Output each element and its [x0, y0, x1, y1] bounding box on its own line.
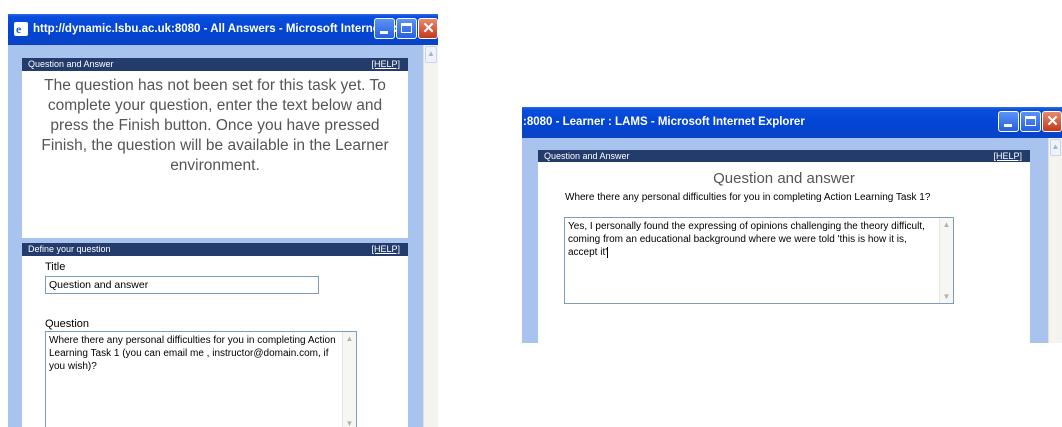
close-button[interactable]: ✕: [418, 18, 438, 39]
answer-textarea-value: Yes, I personally found the expressing o…: [568, 221, 925, 258]
panel-header: Question and Answer [HELP]: [538, 150, 1030, 162]
title-input[interactable]: Question and answer: [45, 276, 319, 294]
question-textarea[interactable]: Where there any personal difficulties fo…: [45, 331, 357, 427]
maximize-icon: [1025, 116, 1036, 126]
close-icon: ✕: [422, 20, 435, 37]
minimize-button[interactable]: [998, 111, 1019, 132]
scroll-up-icon[interactable]: ▲: [1050, 139, 1061, 156]
left-title-bar[interactable]: e http://dynamic.lsbu.ac.uk:8080 - All A…: [8, 14, 438, 45]
left-window-title: http://dynamic.lsbu.ac.uk:8080 - All Ans…: [33, 23, 433, 35]
scroll-up-icon[interactable]: ▲: [425, 46, 437, 63]
close-icon: ✕: [1046, 113, 1059, 130]
question-answer-panel: Question and Answer [HELP] The question …: [22, 58, 408, 238]
title-input-value: Question and answer: [49, 279, 149, 291]
help-link[interactable]: [HELP]: [371, 58, 400, 71]
scroll-up-icon[interactable]: ▲: [940, 218, 953, 231]
right-client-area: Question and Answer [HELP] Question and …: [522, 138, 1062, 343]
question-label: Question: [45, 318, 90, 330]
scroll-up-icon[interactable]: ▲: [343, 332, 356, 345]
answer-textarea[interactable]: Yes, I personally found the expressing o…: [564, 217, 954, 304]
right-window-title: :8080 - Learner : LAMS - Microsoft Inter…: [523, 116, 805, 128]
learner-question-panel: Question and Answer [HELP] Question and …: [538, 150, 1030, 343]
panel-header-title: Question and Answer: [28, 59, 114, 69]
status-message: The question has not been set for this t…: [41, 77, 389, 174]
minimize-icon: [1004, 124, 1012, 127]
window-scrollbar[interactable]: ▲: [423, 45, 438, 427]
text-cursor: [607, 247, 609, 258]
panel-header: Define your question [HELP]: [22, 243, 408, 256]
left-browser-window: e http://dynamic.lsbu.ac.uk:8080 - All A…: [8, 14, 438, 427]
question-text: Where there any personal difficulties fo…: [565, 192, 931, 203]
define-question-panel: Define your question [HELP] Title Questi…: [22, 243, 408, 427]
help-link[interactable]: [HELP]: [993, 150, 1022, 162]
panel-header-title: Define your question: [28, 244, 111, 254]
scroll-down-icon[interactable]: ▼: [940, 290, 953, 303]
right-browser-window: :8080 - Learner : LAMS - Microsoft Inter…: [522, 107, 1062, 343]
maximize-button[interactable]: [1020, 111, 1041, 132]
ie-icon: e: [14, 22, 28, 36]
window-scrollbar[interactable]: ▲: [1048, 138, 1062, 343]
left-client-area: Question and Answer [HELP] The question …: [8, 45, 438, 427]
scroll-down-icon[interactable]: ▼: [343, 417, 356, 427]
minimize-icon: [380, 31, 388, 34]
textarea-scrollbar[interactable]: ▲ ▼: [342, 332, 356, 427]
textarea-scrollbar[interactable]: ▲ ▼: [939, 218, 953, 303]
minimize-button[interactable]: [374, 18, 395, 39]
help-link[interactable]: [HELP]: [371, 243, 400, 256]
panel-header-title: Question and Answer: [544, 151, 630, 161]
maximize-icon: [401, 23, 412, 33]
maximize-button[interactable]: [396, 18, 417, 39]
page-heading: Question and answer: [713, 170, 855, 187]
title-label: Title: [45, 261, 66, 273]
question-textarea-value: Where there any personal difficulties fo…: [49, 335, 336, 372]
right-title-bar[interactable]: :8080 - Learner : LAMS - Microsoft Inter…: [522, 107, 1062, 138]
panel-header: Question and Answer [HELP]: [22, 58, 408, 71]
close-button[interactable]: ✕: [1042, 111, 1062, 132]
